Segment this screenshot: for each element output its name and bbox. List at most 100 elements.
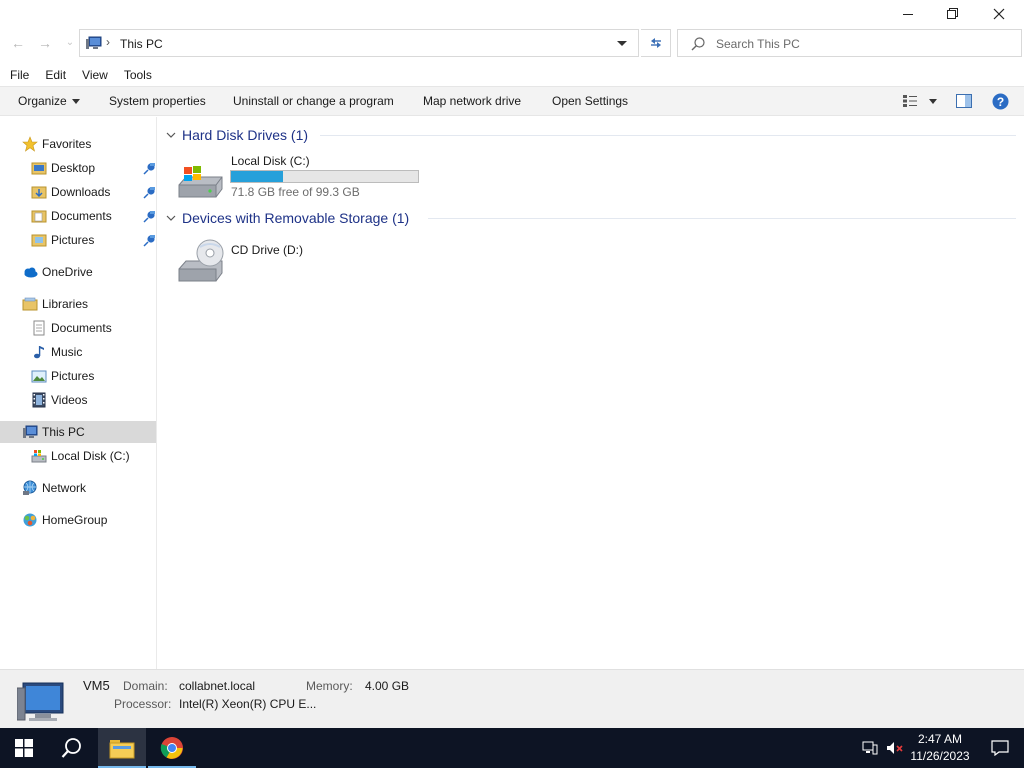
- nav-onedrive[interactable]: OneDrive: [22, 261, 93, 283]
- chevron-down-icon: [166, 132, 176, 138]
- pictures-folder-icon: [31, 232, 47, 248]
- organize-button[interactable]: Organize: [18, 94, 80, 108]
- menu-edit[interactable]: Edit: [35, 64, 72, 86]
- refresh-button[interactable]: [641, 29, 671, 57]
- group-hard-disk-drives[interactable]: Hard Disk Drives (1): [166, 124, 308, 146]
- address-dropdown-icon[interactable]: [617, 41, 627, 46]
- uninstall-program-button[interactable]: Uninstall or change a program: [233, 94, 394, 108]
- music-note-icon: [31, 344, 47, 360]
- search-icon: [691, 37, 705, 51]
- chevron-down-icon: [71, 99, 80, 105]
- chevron-down-icon: [166, 215, 176, 221]
- view-dropdown-button[interactable]: [924, 94, 937, 108]
- nav-pictures[interactable]: Pictures: [31, 229, 94, 251]
- documents-folder-icon: [31, 208, 47, 224]
- nav-desktop[interactable]: Desktop: [31, 157, 95, 179]
- preview-pane-icon: [956, 94, 972, 108]
- document-icon: [31, 320, 47, 336]
- tray-volume-button[interactable]: [883, 728, 907, 768]
- memory-label: Memory:: [306, 679, 353, 693]
- domain-label: Domain:: [123, 679, 168, 693]
- menu-view[interactable]: View: [72, 64, 114, 86]
- title-bar: [0, 0, 1024, 28]
- chrome-icon: [160, 737, 183, 759]
- network-tray-icon: [862, 741, 878, 755]
- drive-cd-name: CD Drive (D:): [231, 243, 303, 257]
- address-bar[interactable]: › This PC: [79, 29, 639, 57]
- nav-library-pictures[interactable]: Pictures: [31, 365, 94, 387]
- minimize-icon: [903, 14, 913, 15]
- nav-network[interactable]: Network: [22, 477, 86, 499]
- content-area: Hard Disk Drives (1) Local Disk (C:) 71.…: [158, 117, 1024, 669]
- star-icon: [22, 136, 38, 152]
- nav-local-disk[interactable]: Local Disk (C:): [31, 445, 130, 467]
- nav-network-label: Network: [42, 481, 87, 495]
- nav-homegroup[interactable]: HomeGroup: [22, 509, 107, 531]
- command-bar: Organize System properties Uninstall or …: [0, 86, 1024, 116]
- search-input[interactable]: [716, 35, 1006, 53]
- clock-time: 2:47 AM: [917, 732, 963, 746]
- taskbar-clock[interactable]: 2:47 AM 11/26/2023: [905, 731, 975, 765]
- nav-favorites[interactable]: Favorites: [22, 133, 91, 155]
- drive-free-space: 71.8 GB free of 99.3 GB: [231, 185, 360, 199]
- pin-icon: [141, 233, 157, 249]
- forward-button[interactable]: →: [35, 34, 55, 52]
- drive-local-disk-c[interactable]: Local Disk (C:) 71.8 GB free of 99.3 GB: [176, 154, 426, 201]
- system-properties-button[interactable]: System properties: [109, 94, 206, 108]
- pin-icon: [141, 209, 157, 225]
- svg-text:?: ?: [997, 95, 1004, 109]
- help-button[interactable]: ?: [992, 93, 1009, 113]
- domain-value: collabnet.local: [179, 679, 256, 693]
- nav-documents-label: Documents: [51, 209, 112, 223]
- restore-button[interactable]: [930, 0, 976, 28]
- minimize-button[interactable]: [885, 0, 931, 28]
- cd-drive-icon: [178, 239, 224, 282]
- preview-pane-button[interactable]: [956, 94, 972, 111]
- onedrive-cloud-icon: [22, 264, 38, 280]
- search-taskbar-button[interactable]: [48, 728, 96, 768]
- nav-library-music[interactable]: Music: [31, 341, 82, 363]
- map-network-drive-button[interactable]: Map network drive: [423, 94, 521, 108]
- nav-downloads[interactable]: Downloads: [31, 181, 110, 203]
- windows-logo-icon: [15, 739, 33, 757]
- disk-usage-fill: [231, 171, 283, 182]
- menu-bar: File Edit View Tools: [0, 64, 1024, 86]
- taskbar-chrome[interactable]: [148, 728, 196, 768]
- search-box[interactable]: [677, 29, 1022, 57]
- nav-library-music-label: Music: [51, 345, 83, 359]
- libraries-icon: [22, 296, 38, 312]
- nav-pictures-label: Pictures: [51, 233, 95, 247]
- change-view-button[interactable]: [902, 94, 918, 111]
- close-button[interactable]: [976, 0, 1022, 28]
- drive-local-disk-name: Local Disk (C:): [231, 154, 310, 168]
- open-settings-button[interactable]: Open Settings: [552, 94, 628, 108]
- taskbar-file-explorer[interactable]: [98, 728, 146, 768]
- view-options-icon: [903, 95, 917, 107]
- action-center-button[interactable]: [976, 728, 1024, 768]
- nav-library-videos[interactable]: Videos: [31, 389, 87, 411]
- close-icon: [993, 8, 1005, 20]
- nav-libraries[interactable]: Libraries: [22, 293, 88, 315]
- breadcrumb-this-pc[interactable]: This PC: [120, 37, 163, 51]
- nav-library-documents[interactable]: Documents: [31, 317, 112, 339]
- drive-cd-d[interactable]: CD Drive (D:): [176, 239, 326, 287]
- disk-usage-bar: [230, 170, 419, 183]
- recent-locations-button[interactable]: ⌄: [60, 34, 80, 52]
- video-film-icon: [31, 392, 47, 408]
- nav-documents[interactable]: Documents: [31, 205, 112, 227]
- group-divider: [428, 218, 1016, 219]
- nav-this-pc[interactable]: This PC: [0, 421, 156, 443]
- group-removable-storage[interactable]: Devices with Removable Storage (1): [166, 207, 409, 229]
- menu-file[interactable]: File: [0, 64, 35, 86]
- local-disk-icon: [31, 448, 47, 464]
- help-icon: ?: [992, 93, 1009, 110]
- nav-library-videos-label: Videos: [51, 393, 88, 407]
- restore-icon: [947, 8, 958, 19]
- taskbar: 2:47 AM 11/26/2023: [0, 728, 1024, 768]
- breadcrumb-separator: ›: [106, 35, 110, 49]
- start-button[interactable]: [0, 728, 48, 768]
- tray-network-button[interactable]: [858, 728, 882, 768]
- pin-icon: [141, 185, 157, 201]
- menu-tools[interactable]: Tools: [114, 64, 158, 86]
- back-button[interactable]: ←: [8, 34, 28, 52]
